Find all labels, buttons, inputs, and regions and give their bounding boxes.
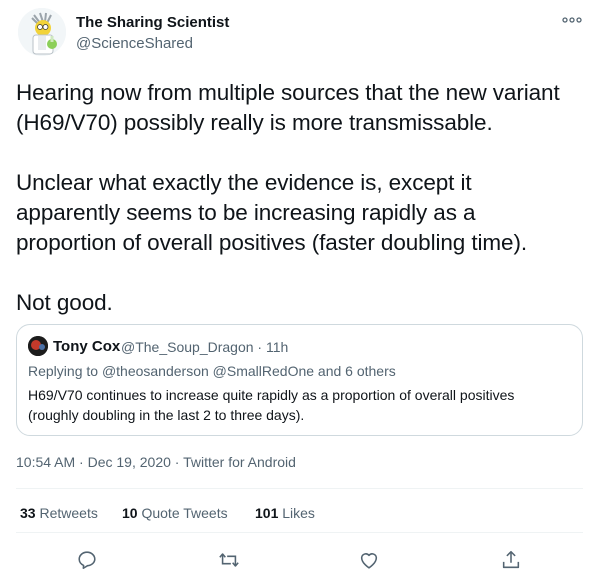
author-handle[interactable]: @ScienceShared — [76, 35, 193, 52]
author-avatar[interactable] — [18, 8, 66, 56]
quote-tweets-count: 10 — [122, 505, 138, 521]
quoted-author-meta: @The_Soup_Dragon · 11h — [121, 339, 288, 355]
quoted-author-handle: @The_Soup_Dragon — [121, 339, 254, 355]
soup-dragon-avatar-icon — [28, 336, 48, 356]
quoted-replying-to: Replying to @theosanderson @SmallRedOne … — [28, 363, 396, 379]
share-button[interactable] — [500, 549, 524, 573]
quoted-time-ago: 11h — [265, 339, 289, 355]
retweets-label: Retweets — [39, 505, 98, 521]
meta-separator: · — [174, 454, 184, 470]
tweet-time[interactable]: 10:54 AM — [16, 454, 75, 470]
likes-count: 101 — [255, 505, 279, 521]
meta-separator: · — [79, 454, 88, 470]
reply-button[interactable] — [76, 549, 100, 573]
engagement-stats: 33 Retweets 10 Quote Tweets 101 Likes — [16, 505, 416, 523]
author-display-name[interactable]: The Sharing Scientist — [76, 14, 229, 31]
likes-label: Likes — [282, 505, 315, 521]
replying-to-prefix: Replying to — [28, 363, 99, 379]
quoted-author-avatar — [28, 336, 48, 356]
quoted-tweet-text: H69/V70 continues to increase quite rapi… — [28, 387, 515, 423]
like-icon — [360, 553, 378, 569]
quote-tweets-label: Quote Tweets — [141, 505, 228, 521]
likes-stat[interactable]: 101 Likes — [255, 505, 315, 521]
reply-icon — [78, 551, 96, 570]
like-button[interactable] — [358, 549, 382, 573]
share-icon — [502, 550, 520, 569]
retweet-button[interactable] — [218, 549, 242, 573]
quoted-author-name: Tony Cox — [53, 338, 121, 355]
retweets-count: 33 — [20, 505, 36, 521]
retweets-stat[interactable]: 33 Retweets — [20, 505, 98, 521]
tweet-date[interactable]: Dec 19, 2020 — [88, 454, 171, 470]
divider — [16, 532, 583, 533]
retweet-icon — [219, 553, 239, 567]
replying-to-users: @theosanderson @SmallRedOne and 6 others — [101, 363, 396, 379]
tweet-timestamp: 10:54 AM · Dec 19, 2020 · Twitter for An… — [16, 454, 296, 470]
quote-tweets-stat[interactable]: 10 Quote Tweets — [122, 505, 228, 521]
scientist-cartoon-avatar-icon — [18, 8, 66, 56]
quoted-tweet-card[interactable]: Tony Cox @The_Soup_Dragon · 11h Replying… — [16, 324, 583, 436]
more-options-icon[interactable] — [561, 13, 583, 25]
meta-separator: · — [257, 339, 266, 355]
tweet-source[interactable]: Twitter for Android — [183, 454, 296, 470]
divider — [16, 488, 583, 489]
tweet-text: Hearing now from multiple sources that t… — [16, 80, 560, 315]
